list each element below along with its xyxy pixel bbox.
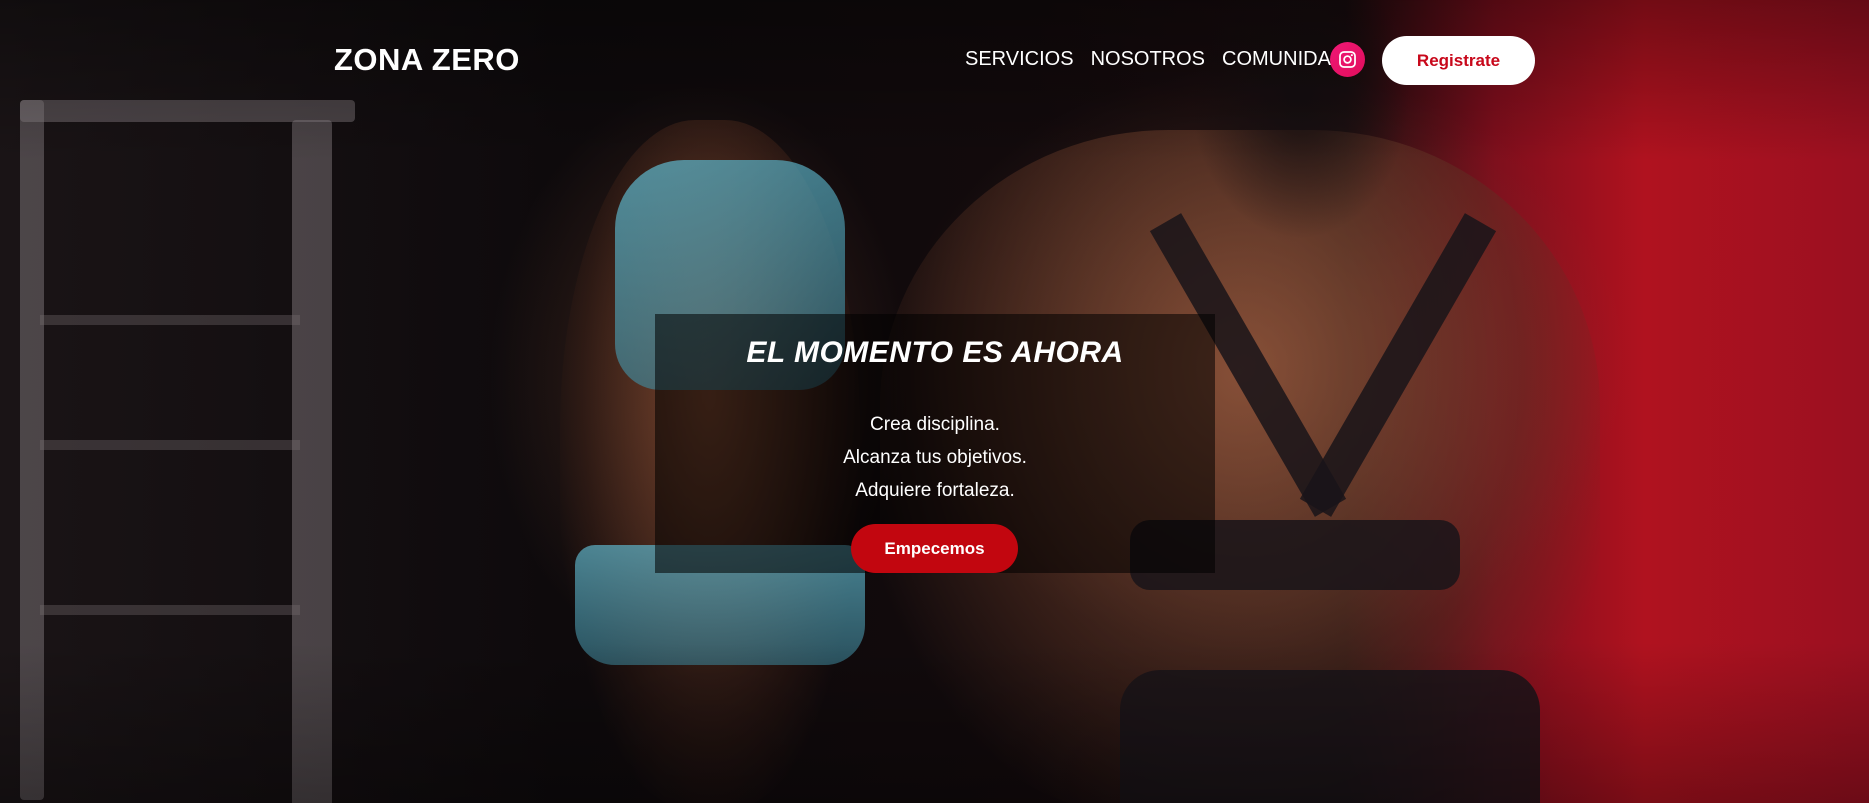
nav-link-servicios[interactable]: SERVICIOS xyxy=(965,48,1074,71)
site-logo[interactable]: ZONA ZERO xyxy=(334,42,520,78)
hero-tagline: Crea disciplina. Alcanza tus objetivos. … xyxy=(655,408,1215,507)
hero-title: EL MOMENTO ES AHORA xyxy=(746,336,1124,369)
instagram-icon xyxy=(1339,51,1356,68)
register-button[interactable]: Registrate xyxy=(1382,36,1535,85)
instagram-button[interactable] xyxy=(1330,42,1365,77)
tagline-line: Alcanza tus objetivos. xyxy=(843,447,1027,468)
nav-link-comunidad[interactable]: COMUNIDAD xyxy=(1222,48,1345,71)
main-nav: SERVICIOS NOSOTROS COMUNIDAD xyxy=(965,48,1345,71)
tagline-line: Crea disciplina. xyxy=(870,414,1000,435)
site-header: ZONA ZERO SERVICIOS NOSOTROS COMUNIDAD R… xyxy=(0,0,1869,120)
nav-link-nosotros[interactable]: NOSOTROS xyxy=(1091,48,1205,71)
start-button[interactable]: Empecemos xyxy=(851,524,1018,573)
tagline-line: Adquiere fortaleza. xyxy=(855,480,1015,501)
